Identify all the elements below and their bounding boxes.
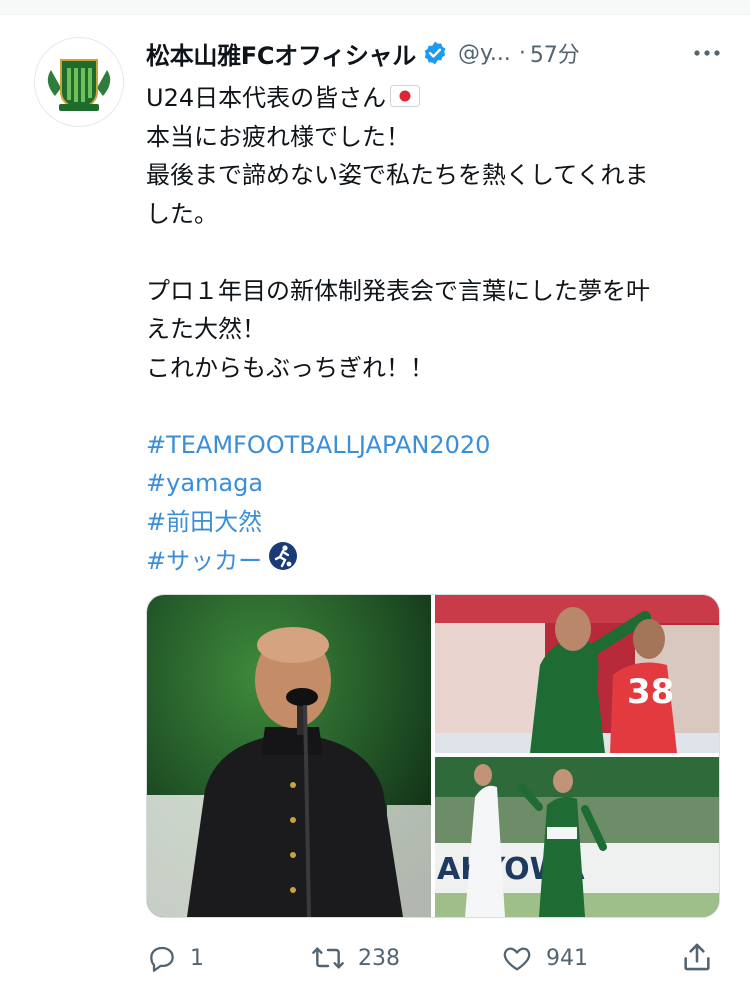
reply-button[interactable]: 1 (146, 942, 204, 974)
hashtag-link[interactable]: #TEAMFOOTBALLJAPAN2020 (146, 426, 716, 465)
like-count: 941 (546, 945, 588, 971)
tweet-header: 松本山雅FCオフィシャル @y... · 57分 (146, 33, 726, 73)
svg-text:38: 38 (627, 672, 674, 712)
reply-count: 1 (190, 945, 204, 971)
hashtag-link[interactable]: #yamaga (146, 464, 716, 503)
share-icon (684, 943, 710, 971)
tweet-line: えた大然！ (146, 315, 266, 343)
soccer-icon (268, 541, 298, 583)
photo-player-speech[interactable] (147, 595, 431, 917)
tweet-line: した。 (146, 199, 218, 228)
japan-flag-icon (390, 80, 421, 119)
author-handle[interactable]: @y... (458, 41, 511, 66)
timeline-divider (0, 0, 750, 15)
photo-player-match[interactable]: AKYOWA (435, 757, 719, 917)
author-name[interactable]: 松本山雅FCオフィシャル (146, 36, 416, 71)
tweet-line: 本当にお疲れ様でした！ (146, 122, 410, 151)
tweet-text: U24日本代表の皆さん 本当にお疲れ様でした！ 最後まで諦めない姿で私たちを熱く… (146, 79, 716, 580)
verified-badge-icon (422, 40, 448, 66)
tweet-timestamp[interactable]: 57分 (530, 37, 580, 69)
media-grid[interactable]: 38 AKYOWA (146, 594, 720, 918)
more-dots-icon[interactable] (692, 41, 722, 69)
heart-icon (503, 947, 531, 971)
action-bar: 1 238 941 (146, 936, 726, 980)
retweet-button[interactable]: 238 (310, 942, 400, 974)
hashtag-link[interactable]: #前田大然 (146, 503, 716, 542)
tweet-line: プロ１年目の新体制発表会で言葉にした夢を叶 (146, 276, 650, 305)
retweet-icon (312, 947, 344, 969)
tweet-line: 最後まで諦めない姿で私たちを熱くしてくれま (146, 161, 649, 189)
tweet-line: これからもぶっちぎれ！！ (146, 353, 434, 382)
photo-player-celebration[interactable]: 38 (435, 595, 719, 753)
separator-dot: · (518, 40, 526, 66)
club-crest-logo (40, 43, 118, 121)
retweet-count: 238 (358, 945, 400, 971)
avatar[interactable] (34, 37, 124, 127)
tweet-line: U24日本代表の皆さん (146, 84, 387, 112)
like-button[interactable]: 941 (500, 942, 588, 974)
share-button[interactable] (680, 940, 714, 974)
reply-icon (150, 946, 174, 972)
hashtag-link[interactable]: #サッカー (146, 547, 262, 575)
